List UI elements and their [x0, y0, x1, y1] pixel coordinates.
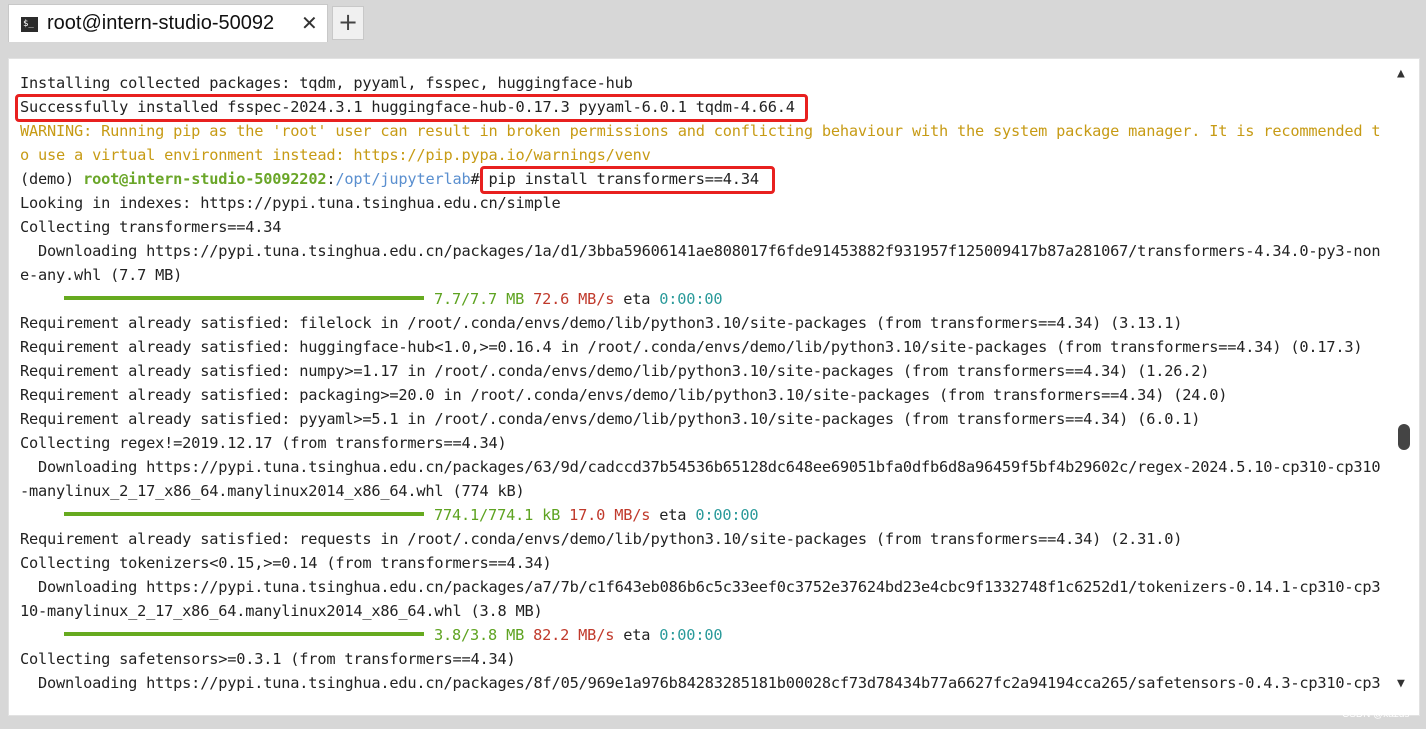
- terminal-line: -manylinux_2_17_x86_64.manylinux2014_x86…: [20, 482, 525, 500]
- eta-label: eta: [623, 290, 651, 308]
- warning-line: o use a virtual environment instead: htt…: [20, 146, 651, 164]
- highlight-box-command: [480, 166, 775, 194]
- terminal-line: Collecting safetensors>=0.3.1 (from tran…: [20, 650, 516, 668]
- progress-size: 7.7/7.7 MB: [434, 290, 525, 308]
- progress-bar: [64, 511, 424, 516]
- terminal-line: Downloading https://pypi.tuna.tsinghua.e…: [20, 674, 1381, 692]
- scroll-up-icon[interactable]: ▲: [1397, 66, 1405, 81]
- close-icon[interactable]: ✕: [301, 11, 318, 35]
- progress-eta: 0:00:00: [659, 626, 723, 644]
- vertical-scrollbar[interactable]: ▲ ▼: [1392, 60, 1416, 714]
- terminal-line: Collecting regex!=2019.12.17 (from trans…: [20, 434, 507, 452]
- prompt-separator: :: [326, 170, 336, 188]
- prompt-path: /opt/jupyterlab: [335, 170, 471, 188]
- terminal-line: e-any.whl (7.7 MB): [20, 266, 183, 284]
- new-tab-button[interactable]: +: [332, 6, 364, 40]
- terminal-output[interactable]: Installing collected packages: tqdm, pyy…: [8, 58, 1420, 716]
- scroll-down-icon[interactable]: ▼: [1397, 676, 1405, 691]
- progress-bar: [64, 295, 424, 300]
- terminal-line: Downloading https://pypi.tuna.tsinghua.e…: [20, 458, 1381, 476]
- terminal-line: Collecting transformers==4.34: [20, 218, 282, 236]
- eta-label: eta: [623, 626, 651, 644]
- progress-bar: [64, 631, 424, 636]
- terminal-line: Collecting tokenizers<0.15,>=0.14 (from …: [20, 554, 552, 572]
- terminal-line: Requirement already satisfied: filelock …: [20, 314, 1183, 332]
- tab-bar: $_ root@intern-studio-50092 ✕ +: [0, 0, 1426, 46]
- scrollbar-thumb[interactable]: [1398, 424, 1410, 450]
- tab-title: root@intern-studio-50092: [47, 12, 275, 34]
- watermark: CSDN @xazds: [1342, 709, 1410, 720]
- highlight-box-install-success: [15, 94, 808, 122]
- prompt-host: root@intern-studio-50092202: [83, 170, 327, 188]
- terminal-icon: $_: [21, 17, 38, 32]
- terminal-line: Looking in indexes: https://pypi.tuna.ts…: [20, 194, 561, 212]
- terminal-line: Requirement already satisfied: packaging…: [20, 386, 1228, 404]
- terminal-line: Installing collected packages: tqdm, pyy…: [20, 74, 633, 92]
- eta-label: eta: [659, 506, 687, 524]
- progress-size: 774.1/774.1 kB: [434, 506, 561, 524]
- terminal-line: Requirement already satisfied: pyyaml>=5…: [20, 410, 1201, 428]
- terminal-line: Downloading https://pypi.tuna.tsinghua.e…: [20, 578, 1381, 596]
- terminal-line: Requirement already satisfied: numpy>=1.…: [20, 362, 1210, 380]
- progress-eta: 0:00:00: [695, 506, 759, 524]
- terminal-line: 10-manylinux_2_17_x86_64.manylinux2014_x…: [20, 602, 543, 620]
- progress-size: 3.8/3.8 MB: [434, 626, 525, 644]
- progress-line: 7.7/7.7 MB 72.6 MB/s eta 0:00:00: [20, 287, 1382, 311]
- progress-eta: 0:00:00: [659, 290, 723, 308]
- terminal-line: Requirement already satisfied: huggingfa…: [20, 338, 1363, 356]
- progress-speed: 82.2 MB/s: [533, 626, 615, 644]
- terminal-line: Requirement already satisfied: requests …: [20, 530, 1183, 548]
- warning-line: WARNING: Running pip as the 'root' user …: [20, 122, 1381, 140]
- progress-line: 3.8/3.8 MB 82.2 MB/s eta 0:00:00: [20, 623, 1382, 647]
- progress-speed: 72.6 MB/s: [533, 290, 615, 308]
- terminal-line: Downloading https://pypi.tuna.tsinghua.e…: [20, 242, 1381, 260]
- tab-terminal[interactable]: $_ root@intern-studio-50092 ✕: [8, 4, 328, 42]
- progress-line: 774.1/774.1 kB 17.0 MB/s eta 0:00:00: [20, 503, 1382, 527]
- progress-speed: 17.0 MB/s: [569, 506, 651, 524]
- prompt-env: (demo): [20, 170, 84, 188]
